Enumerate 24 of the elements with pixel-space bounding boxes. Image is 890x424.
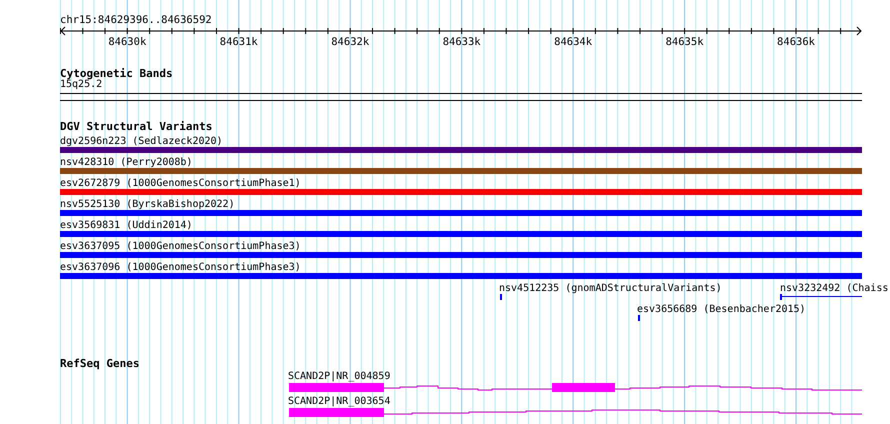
variant-label: nsv4512235 (gnomADStructuralVariants) — [499, 283, 722, 294]
variant-label: nsv3232492 (Chaiss — [780, 283, 888, 294]
track-title: Cytogenetic Bands — [60, 68, 173, 79]
track-title: RefSeq Genes — [60, 358, 140, 369]
band-label: 15q25.2 — [60, 79, 102, 90]
tick-label: 84634k — [554, 36, 592, 48]
tick-label: 84636k — [777, 36, 815, 48]
variant-label: nsv5525130 (ByrskaBishop2022) — [60, 199, 235, 210]
variant-label: esv3656689 (Besenbacher2015) — [637, 304, 806, 315]
variant-label: esv3637096 (1000GenomesConsortiumPhase3) — [60, 262, 301, 273]
tick-label: 84631k — [220, 36, 258, 48]
tick-label: 84635k — [666, 36, 704, 48]
variant-label: esv3637095 (1000GenomesConsortiumPhase3) — [60, 241, 301, 252]
track-title: DGV Structural Variants — [60, 121, 212, 132]
tick-label: 84630k — [108, 36, 146, 48]
variant-label: esv2672879 (1000GenomesConsortiumPhase1) — [60, 178, 301, 189]
gene-label: SCAND2P|NR_004859 — [288, 371, 390, 382]
variant-label: nsv428310 (Perry2008b) — [60, 157, 192, 168]
tick-label: 84632k — [331, 36, 370, 48]
variant-label: dgv2596n223 (Sedlazeck2020) — [60, 136, 223, 147]
gene-label: SCAND2P|NR_003654 — [288, 396, 390, 407]
tick-label: 84633k — [442, 36, 481, 48]
location-label: chr15:84629396..84636592 — [60, 14, 212, 26]
variant-label: esv3569831 (Uddin2014) — [60, 220, 192, 231]
